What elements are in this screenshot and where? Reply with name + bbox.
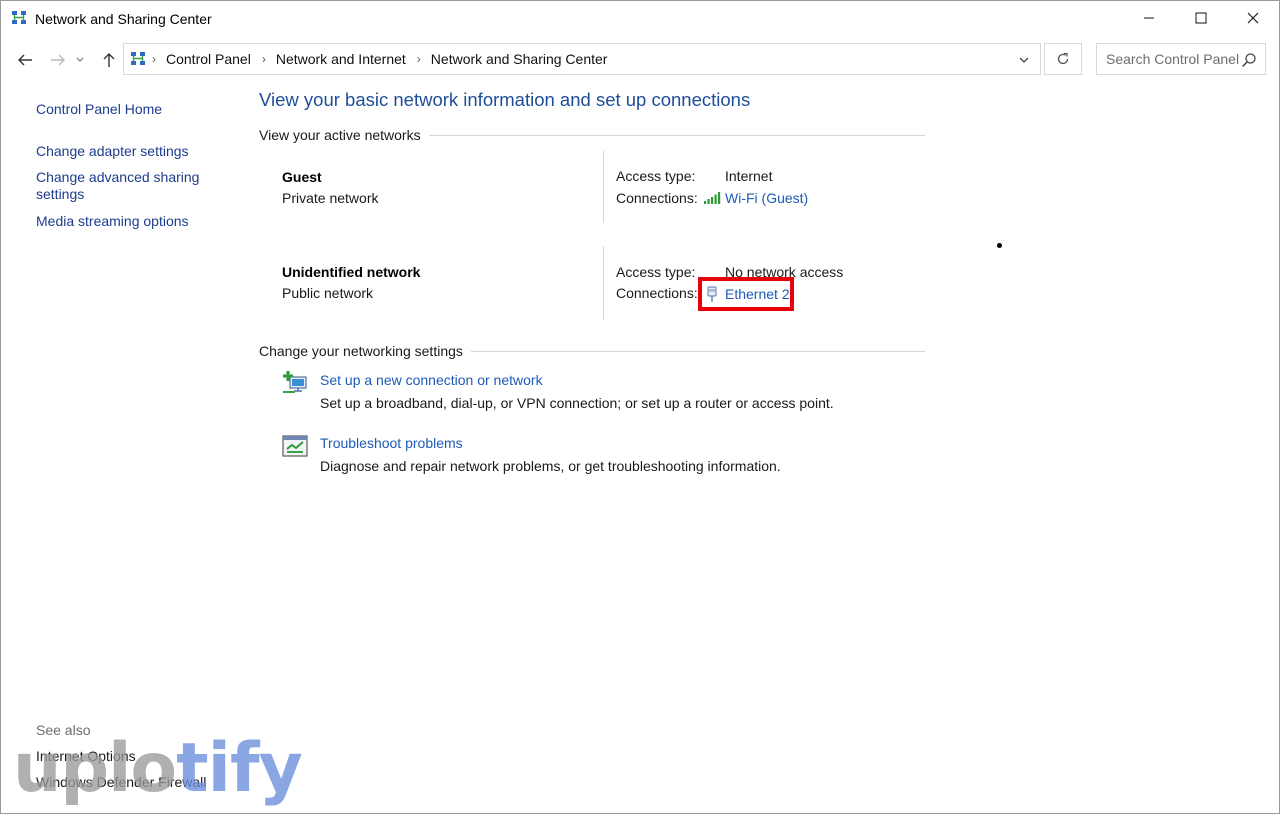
change-settings-heading: Change your networking settings <box>259 343 463 359</box>
refresh-button[interactable] <box>1044 43 1082 75</box>
up-button[interactable] <box>97 48 121 72</box>
address-dropdown-button[interactable] <box>1014 50 1034 70</box>
access-type-label: Access type: <box>616 264 696 280</box>
divider <box>428 134 925 136</box>
network-type-link[interactable]: Private network <box>282 190 378 206</box>
troubleshoot-icon <box>282 435 308 457</box>
chevron-down-icon <box>76 57 84 62</box>
change-settings-section: Change your networking settings <box>259 343 925 359</box>
minimize-button[interactable] <box>1123 1 1175 35</box>
breadcrumb-network-and-internet[interactable]: Network and Internet <box>276 51 406 67</box>
breadcrumb-network-sharing-center[interactable]: Network and Sharing Center <box>431 51 608 67</box>
change-advanced-sharing-link[interactable]: Change advanced sharing settings <box>36 169 211 203</box>
watermark-part1: uplo <box>13 729 177 808</box>
close-button[interactable] <box>1227 1 1279 35</box>
chevron-down-icon <box>1019 57 1029 63</box>
chevron-right-icon: › <box>261 52 266 66</box>
watermark-logo: uplotify <box>13 729 303 809</box>
setup-connection-link[interactable]: Set up a new connection or network <box>320 372 543 388</box>
chevron-right-icon: › <box>152 52 156 66</box>
refresh-icon <box>1057 52 1069 65</box>
wifi-signal-icon <box>704 192 721 204</box>
page-title: View your basic network information and … <box>259 89 751 110</box>
chevron-right-icon: › <box>416 52 421 66</box>
maximize-icon <box>1195 12 1207 24</box>
connections-label: Connections: <box>616 285 698 301</box>
maximize-button[interactable] <box>1175 1 1227 35</box>
title-bar: Network and Sharing Center <box>1 1 1279 37</box>
new-connection-icon <box>283 371 307 393</box>
divider <box>603 246 604 320</box>
watermark-part2: tify <box>176 729 303 808</box>
search-box[interactable] <box>1096 43 1266 75</box>
connections-label: Connections: <box>616 190 698 206</box>
media-streaming-options-link[interactable]: Media streaming options <box>36 213 189 230</box>
breadcrumb: › Control Panel › Network and Internet ›… <box>152 51 618 67</box>
divider <box>470 350 925 352</box>
access-type-label: Access type: <box>616 168 696 184</box>
arrow-up-icon <box>103 53 115 67</box>
network-type-label: Public network <box>282 285 374 301</box>
recent-locations-button[interactable] <box>73 48 87 72</box>
active-networks-heading: View your active networks <box>259 127 421 143</box>
change-adapter-settings-link[interactable]: Change adapter settings <box>36 143 189 160</box>
network-center-icon <box>131 52 145 65</box>
arrow-right-icon <box>51 54 65 66</box>
divider <box>603 151 604 223</box>
network-center-icon <box>12 11 26 24</box>
setup-connection-description: Set up a broadband, dial-up, or VPN conn… <box>320 395 834 411</box>
address-bar[interactable]: › Control Panel › Network and Internet ›… <box>123 43 1041 75</box>
control-panel-home-link[interactable]: Control Panel Home <box>36 101 162 118</box>
highlight-box <box>698 277 794 311</box>
breadcrumb-control-panel[interactable]: Control Panel <box>166 51 251 67</box>
window: Network and Sharing Center › Control Pan… <box>0 0 1280 814</box>
window-title: Network and Sharing Center <box>35 11 212 27</box>
wifi-connection-link[interactable]: Wi-Fi (Guest) <box>703 190 808 206</box>
network-name: Unidentified network <box>282 264 421 280</box>
search-icon[interactable] <box>1241 52 1257 68</box>
troubleshoot-description: Diagnose and repair network problems, or… <box>320 458 781 474</box>
search-input[interactable] <box>1097 44 1246 74</box>
troubleshoot-problems-link[interactable]: Troubleshoot problems <box>320 435 463 451</box>
close-icon <box>1247 12 1259 24</box>
back-button[interactable] <box>13 48 37 72</box>
forward-button[interactable] <box>46 48 70 72</box>
minimize-icon <box>1144 17 1154 19</box>
wifi-connection-label[interactable]: Wi-Fi (Guest) <box>725 190 808 206</box>
access-type-value: Internet <box>725 168 773 184</box>
network-name: Guest <box>282 169 322 185</box>
active-networks-section: View your active networks <box>259 127 925 143</box>
mouse-pointer-dot <box>997 243 1002 248</box>
arrow-left-icon <box>18 54 32 66</box>
